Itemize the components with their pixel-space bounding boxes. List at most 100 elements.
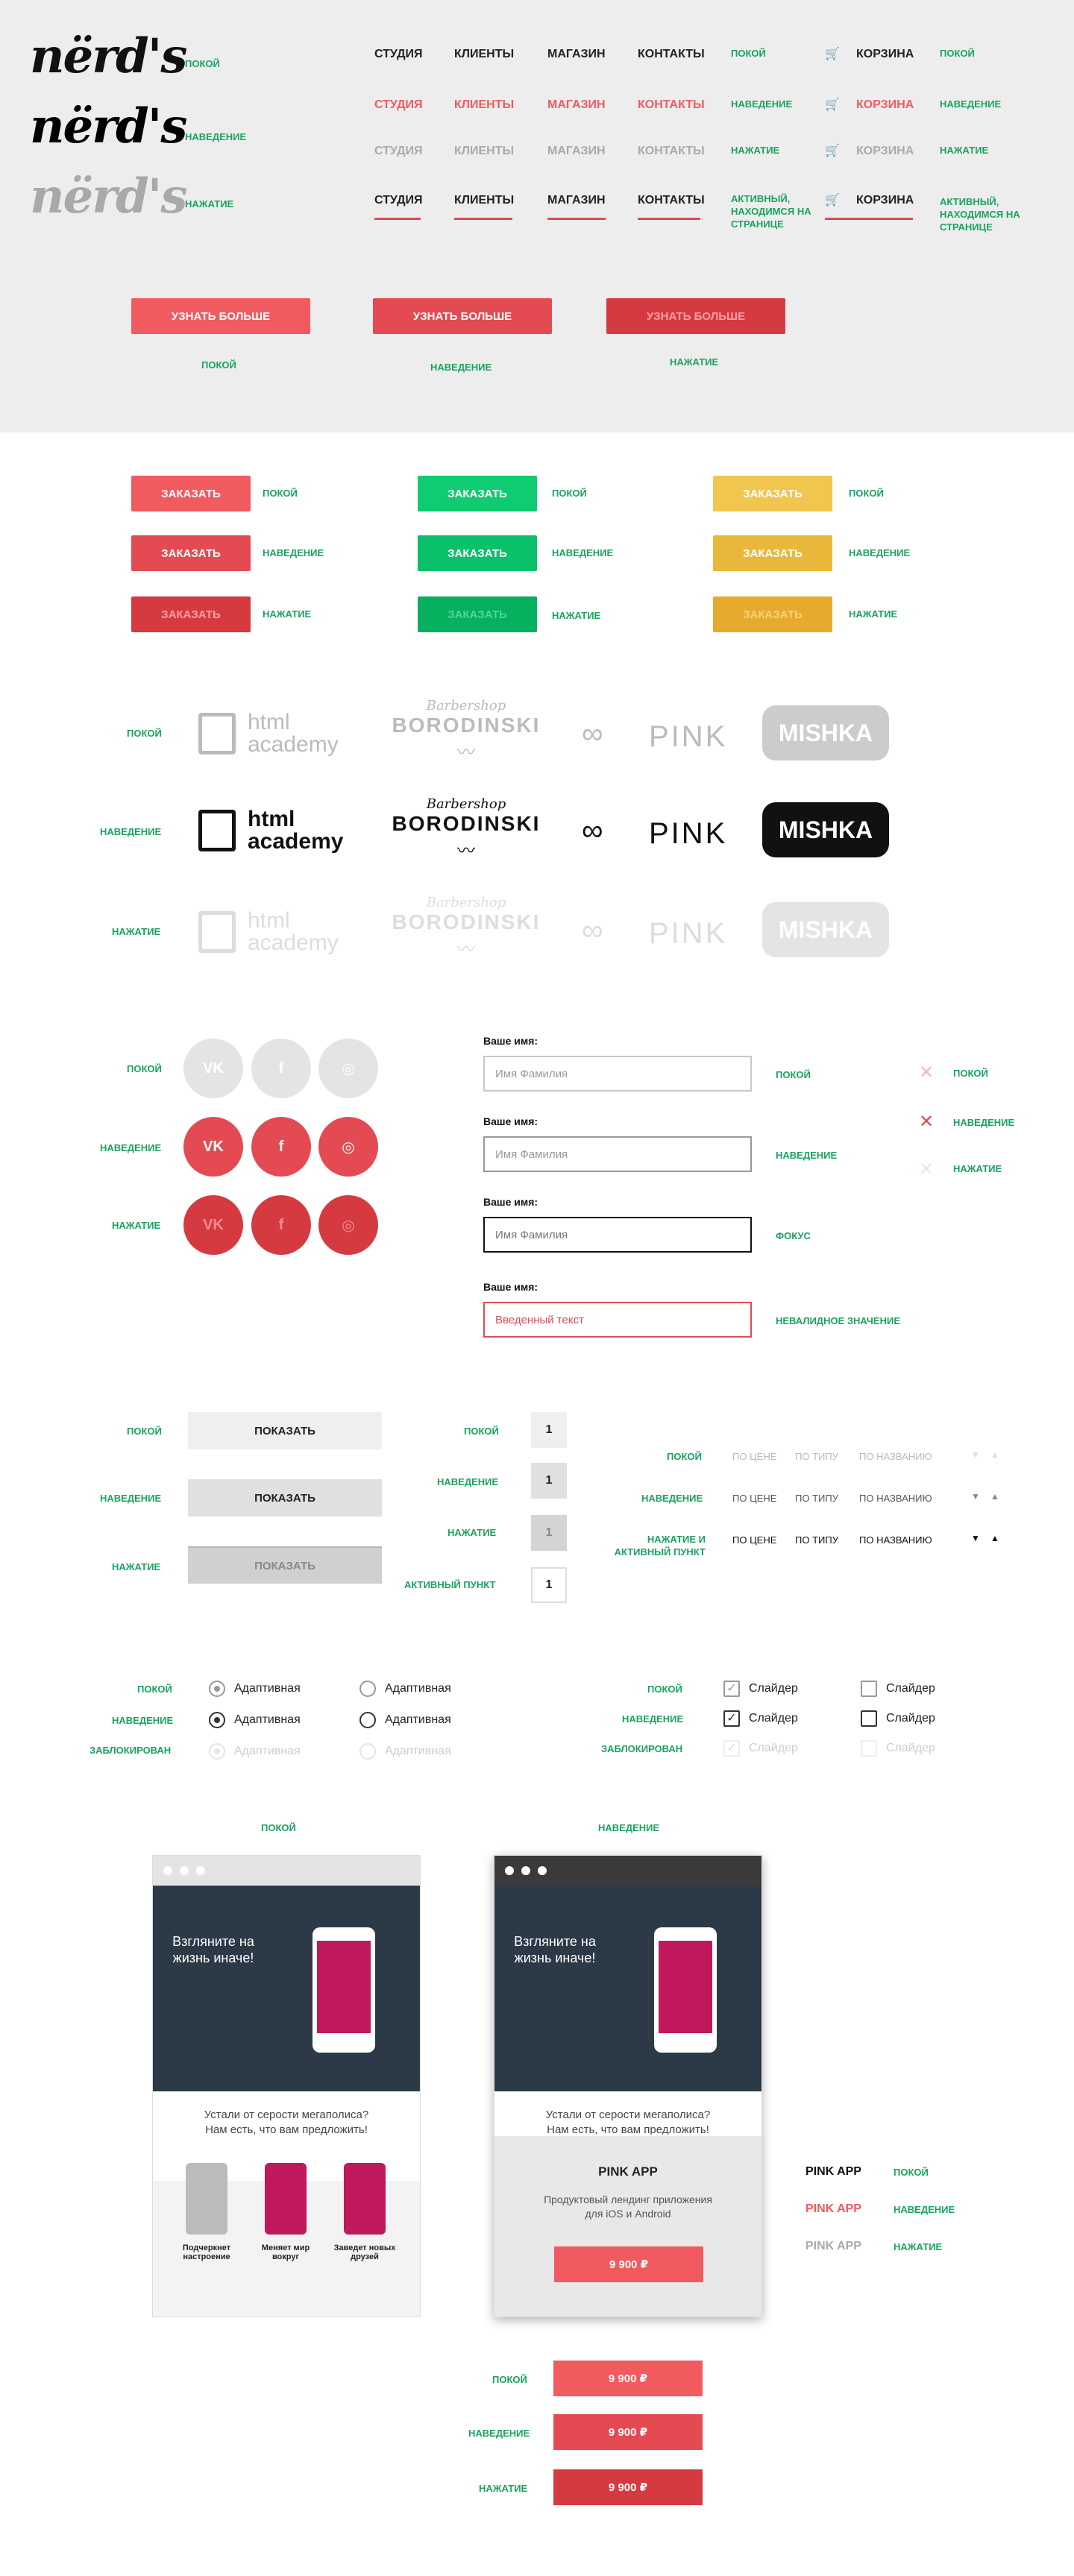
logo-active[interactable]: nërd's [30, 169, 187, 224]
partner-html-academy[interactable]: html academy [198, 710, 348, 758]
nav-shop[interactable]: МАГАЗИН [547, 194, 606, 207]
nav-studio[interactable]: СТУДИЯ [374, 145, 422, 158]
order-button[interactable]: ЗАКАЗАТЬ [131, 476, 251, 511]
sort-up-icon[interactable]: ▲ [990, 1449, 999, 1460]
partner-pink[interactable]: ∞ PINK [582, 713, 725, 758]
nav-cart[interactable]: КОРЗИНА [856, 145, 914, 158]
radio-button[interactable] [359, 1743, 376, 1760]
facebook-icon[interactable]: f [251, 1195, 311, 1255]
sort-name[interactable]: ПО НАЗВАНИЮ [859, 1493, 932, 1504]
page-number[interactable]: 1 [531, 1567, 567, 1603]
order-button[interactable]: ЗАКАЗАТЬ [713, 476, 832, 511]
close-icon[interactable]: ✕ [919, 1159, 934, 1180]
show-more-button[interactable]: ПОКАЗАТЬ [188, 1479, 382, 1517]
nav-contacts[interactable]: КОНТАКТЫ [638, 48, 705, 61]
card-title[interactable]: PINK APP [806, 2165, 861, 2179]
order-button[interactable]: ЗАКАЗАТЬ [713, 596, 832, 632]
nav-clients[interactable]: КЛИЕНТЫ [454, 98, 514, 112]
instagram-icon[interactable]: ◎ [318, 1195, 378, 1255]
nav-clients[interactable]: КЛИЕНТЫ [454, 145, 514, 158]
checkbox[interactable] [861, 1681, 877, 1697]
checkbox-checked[interactable]: ✓ [723, 1740, 740, 1757]
card-title[interactable]: PINK APP [806, 2240, 861, 2253]
product-card-hover[interactable]: Взгляните на жизнь иначе! Устали от серо… [494, 1855, 762, 2317]
partner-borodinski[interactable]: Barbershop BORODINSKI 〰 [388, 796, 544, 871]
partner-html-academy[interactable]: html academy [198, 908, 348, 956]
checkbox[interactable] [861, 1740, 877, 1757]
nav-cart[interactable]: КОРЗИНА [856, 194, 914, 207]
order-button[interactable]: ЗАКАЗАТЬ [418, 535, 537, 571]
more-button[interactable]: УЗНАТЬ БОЛЬШЕ [606, 298, 785, 334]
facebook-icon[interactable]: f [251, 1117, 311, 1177]
close-icon[interactable]: ✕ [919, 1062, 934, 1083]
sort-type[interactable]: ПО ТИПУ [795, 1534, 838, 1546]
checkbox-checked[interactable]: ✓ [723, 1681, 740, 1697]
more-button[interactable]: УЗНАТЬ БОЛЬШЕ [373, 298, 552, 334]
sort-up-icon[interactable]: ▲ [990, 1533, 999, 1543]
price-button[interactable]: 9 900 ₽ [553, 2361, 703, 2396]
partner-mishka[interactable]: MISHKA [762, 902, 889, 957]
page-number[interactable]: 1 [531, 1463, 567, 1499]
show-more-button[interactable]: ПОКАЗАТЬ [188, 1546, 382, 1584]
instagram-icon[interactable]: ◎ [318, 1117, 378, 1177]
partner-mishka[interactable]: MISHKA [762, 802, 889, 857]
nav-shop[interactable]: МАГАЗИН [547, 48, 606, 61]
show-more-button[interactable]: ПОКАЗАТЬ [188, 1412, 382, 1449]
sort-price[interactable]: ПО ЦЕНЕ [732, 1534, 776, 1546]
checkbox-checked[interactable]: ✓ [723, 1710, 740, 1727]
order-button[interactable]: ЗАКАЗАТЬ [418, 596, 537, 632]
sort-up-icon[interactable]: ▲ [990, 1491, 999, 1502]
radio-button[interactable] [209, 1681, 225, 1697]
sort-name[interactable]: ПО НАЗВАНИЮ [859, 1534, 932, 1546]
product-card[interactable]: Взгляните на жизнь иначе! Устали от серо… [152, 1855, 421, 2317]
vk-icon[interactable]: VK [183, 1195, 243, 1255]
radio-button[interactable] [359, 1712, 376, 1728]
nav-studio[interactable]: СТУДИЯ [374, 48, 422, 61]
price-button[interactable]: 9 900 ₽ [553, 2469, 703, 2505]
instagram-icon[interactable]: ◎ [318, 1039, 378, 1098]
nav-studio[interactable]: СТУДИЯ [374, 98, 422, 112]
partner-mishka[interactable]: MISHKA [762, 705, 889, 760]
radio-button[interactable] [359, 1681, 376, 1697]
partner-pink[interactable]: ∞ PINK [582, 910, 725, 954]
nav-contacts[interactable]: КОНТАКТЫ [638, 145, 705, 158]
nav-shop[interactable]: МАГАЗИН [547, 98, 606, 112]
sort-price[interactable]: ПО ЦЕНЕ [732, 1493, 776, 1504]
sort-down-icon[interactable]: ▼ [971, 1491, 980, 1502]
vk-icon[interactable]: VK [183, 1039, 243, 1098]
checkbox[interactable] [861, 1710, 877, 1727]
nav-contacts[interactable]: КОНТАКТЫ [638, 98, 705, 112]
nav-cart[interactable]: КОРЗИНА [856, 98, 914, 112]
facebook-icon[interactable]: f [251, 1039, 311, 1098]
order-button[interactable]: ЗАКАЗАТЬ [713, 535, 832, 571]
nav-clients[interactable]: КЛИЕНТЫ [454, 48, 514, 61]
logo-hover[interactable]: nërd's [30, 98, 187, 154]
nav-studio[interactable]: СТУДИЯ [374, 194, 422, 207]
nav-clients[interactable]: КЛИЕНТЫ [454, 194, 514, 207]
order-button[interactable]: ЗАКАЗАТЬ [418, 476, 537, 511]
more-button[interactable]: УЗНАТЬ БОЛЬШЕ [131, 298, 310, 334]
sort-type[interactable]: ПО ТИПУ [795, 1493, 838, 1504]
price-button[interactable]: 9 900 ₽ [553, 2414, 703, 2450]
close-icon[interactable]: ✕ [919, 1111, 934, 1133]
partner-borodinski[interactable]: Barbershop BORODINSKI 〰 [388, 895, 544, 969]
name-field[interactable]: Имя Фамилия [483, 1217, 752, 1253]
name-field[interactable]: Имя Фамилия [483, 1136, 752, 1172]
partner-pink[interactable]: ∞ PINK [582, 810, 725, 854]
sort-down-icon[interactable]: ▼ [971, 1449, 980, 1460]
nav-cart[interactable]: КОРЗИНА [856, 48, 914, 61]
name-field[interactable]: Введенный текст [483, 1302, 752, 1338]
radio-button[interactable] [209, 1712, 225, 1728]
partner-borodinski[interactable]: Barbershop BORODINSKI 〰 [388, 698, 544, 772]
partner-html-academy[interactable]: html academy [198, 807, 348, 854]
card-title[interactable]: PINK APP [806, 2202, 861, 2216]
nav-contacts[interactable]: КОНТАКТЫ [638, 194, 705, 207]
radio-button[interactable] [209, 1743, 225, 1760]
sort-name[interactable]: ПО НАЗВАНИЮ [859, 1451, 932, 1462]
nav-shop[interactable]: МАГАЗИН [547, 145, 606, 158]
logo-normal[interactable]: nërd's [30, 28, 187, 84]
vk-icon[interactable]: VK [183, 1117, 243, 1177]
name-field[interactable]: Имя Фамилия [483, 1056, 752, 1092]
price-button[interactable]: 9 900 ₽ [554, 2246, 703, 2282]
sort-type[interactable]: ПО ТИПУ [795, 1451, 838, 1462]
